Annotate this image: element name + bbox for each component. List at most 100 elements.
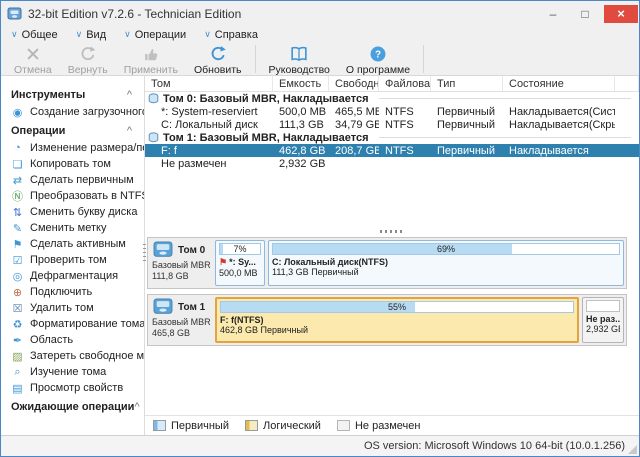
redo-button[interactable]: Вернуть (61, 44, 115, 77)
menu-help[interactable]: ∨ Справка (204, 29, 258, 41)
sidebar-item-label: Изменение размера/пере... (30, 142, 144, 154)
sidebar-item-label: Копировать том (30, 158, 111, 170)
sidebar-item-mount[interactable]: ⊕ Подключить (11, 284, 144, 300)
disk-layout: Базовый MBR (152, 260, 211, 270)
undo-button[interactable]: Отмена (7, 44, 59, 77)
disk-info[interactable]: Том 0 Базовый MBR 111,8 GB (150, 240, 212, 286)
primary-swatch-icon (153, 420, 166, 431)
usage-bar: 7% (219, 243, 261, 255)
sidebar-item-convert-ntfs[interactable]: Ⓝ Преобразовать в NTFS (11, 188, 144, 204)
sidebar-section-pending-operations[interactable]: Ожидающие операции ^ (11, 398, 144, 416)
sidebar-item-label: Сделать первичным (30, 174, 134, 186)
cell-capacity: 500,0 MB (279, 105, 327, 118)
sidebar-item-format-volume[interactable]: ♻ Форматирование тома (11, 316, 144, 332)
defrag-icon: ◎ (12, 270, 23, 283)
sidebar-item-set-active[interactable]: ⚑ Сделать активным (11, 236, 144, 252)
sidebar-item-change-letter[interactable]: ⇅ Сменить букву диска (11, 204, 144, 220)
sidebar-item-make-primary[interactable]: ⇄ Сделать первичным (11, 172, 144, 188)
section-title: Ожидающие операции (11, 401, 135, 413)
toolbar-label: Применить (123, 64, 178, 76)
partition-system-reserved[interactable]: 7% ⚑ *: Sy... 500,0 MB (215, 240, 265, 286)
sidebar-item-delete-volume[interactable]: ☒ Удалить том (11, 300, 144, 316)
sidebar-item-bootable-media[interactable]: ◉ Создание загрузочного но... (11, 104, 144, 120)
column-header-filesystem[interactable]: Файловая... (379, 76, 431, 91)
legend-label: Логический (263, 419, 321, 432)
table-row[interactable]: C: Локальный диск 111,3 GB 34,79 GB NTFS… (145, 118, 639, 131)
bootable-media-icon: ◉ (12, 106, 23, 119)
column-header-type[interactable]: Тип (431, 76, 503, 91)
book-icon (291, 46, 307, 62)
column-header-free[interactable]: Свободно (329, 76, 379, 91)
sidebar-item-label: Форматирование тома (30, 318, 144, 330)
sidebar-item-label: Область (30, 334, 74, 346)
sidebar-item-view-properties[interactable]: ▤ Просмотр свойств (11, 380, 144, 396)
maximize-button[interactable]: □ (572, 5, 598, 23)
close-button[interactable]: × (604, 4, 638, 23)
disk-group-label: Том 0: Базовый MBR, Накладывается (163, 92, 369, 105)
sidebar-item-wipe-free-space[interactable]: ▨ Затереть свободное место (11, 348, 144, 364)
menu-view[interactable]: ∨ Вид (76, 29, 107, 41)
cell-volume: C: Локальный диск (161, 118, 258, 131)
refresh-icon (211, 46, 226, 61)
toolbar-separator (423, 45, 425, 73)
toolbar-label: Руководство (268, 64, 330, 76)
boot-flag-icon: ⚑ (219, 257, 228, 267)
manual-button[interactable]: Руководство (262, 44, 337, 77)
sidebar-item-check-volume[interactable]: ☑ Проверить том (11, 252, 144, 268)
sidebar-item-explore-volume[interactable]: ⌕ Изучение тома (11, 364, 144, 380)
apply-button[interactable]: Применить (117, 44, 185, 77)
sidebar-splitter-handle[interactable] (143, 244, 146, 264)
sidebar-item-area[interactable]: ✒ Область (11, 332, 144, 348)
resize-grip[interactable] (628, 445, 637, 454)
sidebar-item-defrag[interactable]: ◎ Дефрагментация (11, 268, 144, 284)
about-button[interactable]: ? О программе (339, 44, 417, 77)
group-divider (378, 98, 631, 99)
menu-general[interactable]: ∨ Общее (11, 29, 58, 41)
refresh-button[interactable]: Обновить (187, 44, 249, 77)
partition-unallocated[interactable]: Не раз... 2,932 GB (582, 297, 624, 343)
format-volume-icon: ♻ (12, 318, 23, 331)
menu-operations[interactable]: ∨ Операции (124, 29, 186, 41)
table-row[interactable]: Не размечен 2,932 GB (145, 157, 639, 170)
thumbs-up-icon (144, 48, 158, 61)
disk-group-row[interactable]: Том 1: Базовый MBR, Накладывается (145, 131, 639, 144)
cancel-icon (27, 48, 39, 60)
cell-status: Накладывается(Систем... (509, 105, 615, 118)
sidebar-item-resize[interactable]: ◔ Изменение размера/пере... (11, 140, 144, 156)
sidebar-item-label: Сменить букву диска (30, 206, 138, 218)
toolbar-label: Вернуть (67, 64, 108, 76)
splitter-handle-icon (380, 229, 404, 233)
collapse-icon: ^ (126, 125, 132, 137)
partition-label: *: Sy... (229, 257, 256, 267)
sidebar-item-label: Просмотр свойств (30, 382, 124, 394)
cell-capacity: 462,8 GB (279, 144, 326, 157)
sidebar-item-change-label[interactable]: ✎ Сменить метку (11, 220, 144, 236)
table-row[interactable]: *: System-reserviert 500,0 MB 465,5 MB N… (145, 105, 639, 118)
section-title: Операции (11, 125, 66, 137)
toolbar-label: О программе (345, 64, 411, 76)
cell-type: Первичный (437, 105, 495, 118)
menu-label: Справка (214, 28, 258, 41)
disk-info[interactable]: Том 1 Базовый MBR 465,8 GB (150, 297, 212, 343)
sidebar-item-label: Затереть свободное место (30, 350, 144, 362)
drive-icon (153, 241, 173, 257)
sidebar-section-operations[interactable]: Операции ^ (11, 122, 144, 140)
partition-f-selected[interactable]: 55% F: f(NTFS) 462,8 GB Первичный (215, 297, 579, 343)
disk-group-row[interactable]: Том 0: Базовый MBR, Накладывается (145, 92, 639, 105)
column-header-capacity[interactable]: Емкость (273, 76, 329, 91)
minimize-button[interactable]: – (540, 5, 566, 23)
disk-size: 111,8 GB (152, 271, 189, 281)
column-header-status[interactable]: Состояние (503, 76, 615, 91)
legend-label: Не размечен (354, 419, 421, 432)
legend-label: Первичный (171, 419, 229, 432)
horizontal-splitter[interactable] (145, 226, 639, 236)
partition-c[interactable]: 69% C: Локальный диск(NTFS) 111,3 GB Пер… (268, 240, 624, 286)
sidebar-item-label: Преобразовать в NTFS (30, 190, 144, 202)
sidebar-item-copy-volume[interactable]: ❏ Копировать том (11, 156, 144, 172)
table-row-selected[interactable]: F: f 462,8 GB 208,7 GB NTFS Первичный На… (145, 144, 639, 157)
sidebar-section-tools[interactable]: Инструменты ^ (11, 86, 144, 104)
disk-icon (148, 132, 159, 143)
toolbar-separator (254, 45, 256, 73)
column-header-volume[interactable]: Том (145, 76, 273, 91)
cell-volume: F: f (161, 144, 177, 157)
